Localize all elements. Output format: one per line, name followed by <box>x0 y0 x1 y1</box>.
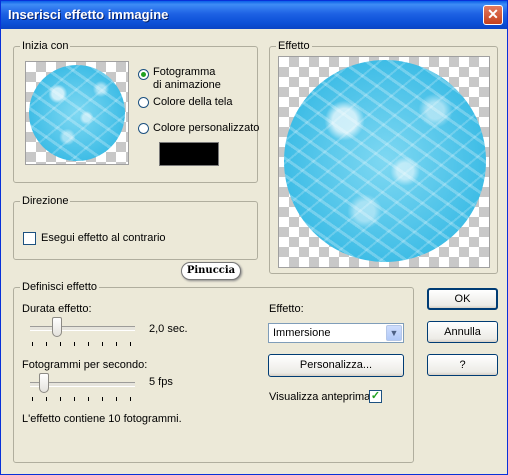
custom-color-swatch[interactable] <box>159 142 219 166</box>
close-icon[interactable]: ✕ <box>483 5 503 25</box>
reverse-effect-checkbox[interactable] <box>23 232 36 245</box>
fps-value: 5 fps <box>149 376 173 388</box>
help-button[interactable]: ? <box>427 354 498 376</box>
effect-preview-legend: Effetto <box>276 39 312 53</box>
ok-button[interactable]: OK <box>427 288 498 310</box>
direction-legend: Direzione <box>20 194 71 208</box>
water-image-large <box>284 60 486 262</box>
radio-animation-frame-label-2: di animazione <box>153 79 221 91</box>
frames-note: L'effetto contiene 10 fotogrammi. <box>22 413 182 425</box>
effect-type-select[interactable]: Immersione ▼ <box>268 323 404 343</box>
duration-label: Durata effetto: <box>22 303 92 315</box>
chevron-down-icon[interactable]: ▼ <box>386 325 402 341</box>
radio-canvas-color-label: Colore della tela <box>153 96 233 108</box>
direction-group: Direzione <box>13 194 258 260</box>
duration-slider-thumb[interactable] <box>52 317 62 337</box>
dialog-window: Inserisci effetto immagine ✕ Inizia con … <box>0 0 508 475</box>
radio-custom-color[interactable] <box>138 123 149 134</box>
watermark-badge: Pinuccia <box>181 262 241 280</box>
duration-slider-ticks <box>32 342 132 346</box>
window-title: Inserisci effetto immagine <box>8 7 169 22</box>
effect-type-value: Immersione <box>273 327 331 339</box>
define-effect-legend: Definisci effetto <box>20 280 100 294</box>
start-with-legend: Inizia con <box>20 39 71 53</box>
effect-preview-image <box>278 56 490 268</box>
show-preview-checkbox[interactable]: ✓ <box>369 390 382 403</box>
cancel-button[interactable]: Annulla <box>427 321 498 343</box>
fps-slider-ticks <box>32 397 132 401</box>
start-frame-thumbnail <box>25 61 129 165</box>
customize-button[interactable]: Personalizza... <box>268 354 404 377</box>
water-image <box>29 65 125 161</box>
fps-label: Fotogrammi per secondo: <box>22 359 148 371</box>
effect-type-label: Effetto: <box>269 303 304 315</box>
duration-slider-track[interactable] <box>30 326 135 331</box>
radio-animation-frame-label-1: Fotogramma <box>153 66 216 78</box>
radio-animation-frame[interactable] <box>138 69 149 80</box>
duration-value: 2,0 sec. <box>149 323 188 335</box>
reverse-effect-label: Esegui effetto al contrario <box>41 232 166 244</box>
fps-slider-thumb[interactable] <box>39 373 49 393</box>
title-bar[interactable]: Inserisci effetto immagine ✕ <box>1 1 507 29</box>
show-preview-label: Visualizza anteprima <box>269 391 371 403</box>
radio-canvas-color[interactable] <box>138 97 149 108</box>
radio-custom-color-label: Colore personalizzato <box>153 122 260 134</box>
